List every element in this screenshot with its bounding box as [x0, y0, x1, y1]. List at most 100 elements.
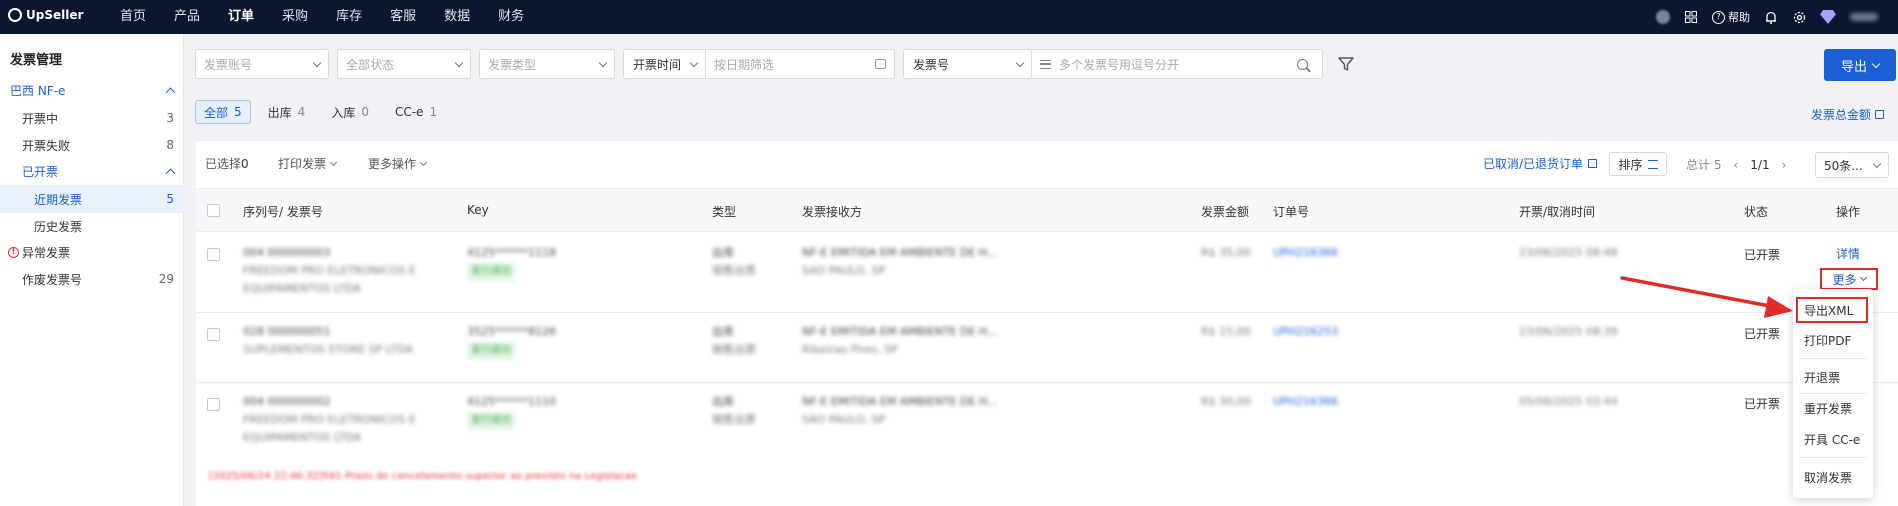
sidebar-item-label: 异常发票 — [22, 245, 71, 260]
apps-grid-icon[interactable] — [1684, 10, 1698, 24]
more-actions-button[interactable]: 更多 — [1820, 268, 1878, 290]
chevron-up-icon — [165, 168, 176, 178]
menu-cancel-invoice[interactable]: 取消发票 — [1793, 465, 1873, 491]
table-row: 028 000000051 SUPLEMENTOS STORE SP LTDA … — [196, 313, 1898, 383]
total-amount-link[interactable]: 发票总金额 — [1811, 106, 1884, 123]
sidebar-item-label: 近期发票 — [34, 192, 83, 207]
sidebar-item-label: 开票中 — [22, 111, 59, 126]
status-select[interactable]: 全部状态 — [337, 49, 471, 79]
menu-divider — [1799, 457, 1867, 458]
date-range-input[interactable]: 按日期筛选 — [714, 56, 875, 73]
sidebar-item-recent[interactable]: 近期发票 5 — [0, 185, 184, 213]
sidebar-item-count: 8 — [166, 138, 174, 152]
menu-reissue-invoice[interactable]: 重开发票 — [1793, 396, 1873, 422]
tab-inbound[interactable]: 入库 0 — [322, 100, 378, 124]
export-xml-highlight — [1796, 297, 1868, 323]
cancelled-orders-link[interactable]: 已取消/已退货订单 — [1483, 155, 1598, 172]
status-tabs: 全部 5 出库 4 入库 0 CC-e 1 — [195, 100, 446, 124]
more-ops-label: 更多操作 — [368, 157, 417, 171]
serial-cell: 028 000000051 SUPLEMENTOS STORE SP LTDA — [243, 325, 413, 356]
filter-icon[interactable] — [1337, 55, 1355, 73]
tab-outbound[interactable]: 出库 4 — [259, 100, 315, 124]
col-status: 状态 — [1744, 205, 1769, 219]
tab-count: 1 — [429, 105, 438, 119]
order-cell[interactable]: UPH216366 — [1273, 244, 1338, 262]
nav-products[interactable]: 产品 — [160, 0, 214, 34]
menu-issue-cce[interactable]: 开具 CC-e — [1793, 427, 1873, 453]
blurred-avatar-icon[interactable] — [1656, 10, 1670, 24]
tab-all[interactable]: 全部 5 — [195, 100, 251, 124]
chevron-down-icon — [1015, 58, 1025, 67]
export-button[interactable]: 导出 — [1824, 49, 1896, 81]
table-row: 004 000000003 FREEDOM PRO ELETRONICOS E … — [196, 233, 1898, 313]
selected-label: 已选择 — [205, 157, 242, 171]
external-link-icon — [1588, 159, 1598, 168]
nav-finance[interactable]: 财务 — [484, 0, 538, 34]
bell-icon[interactable] — [1764, 10, 1778, 24]
nav-data[interactable]: 数据 — [430, 0, 484, 34]
sidebar-item-failed[interactable]: 开票失败 8 — [0, 131, 184, 159]
next-page-icon[interactable]: › — [1782, 158, 1787, 172]
sidebar-group-issued[interactable]: 已开票 — [0, 157, 184, 185]
sidebar-group-nfe[interactable]: 巴西 NF-e — [0, 76, 184, 104]
calendar-icon[interactable] — [875, 59, 886, 69]
nav-home[interactable]: 首页 — [106, 0, 160, 34]
key-cell: 3525******8126 发行成功 — [467, 323, 556, 360]
menu-print-pdf[interactable]: 打印PDF — [1793, 328, 1873, 354]
invoice-account-select[interactable]: 发票账号 — [195, 49, 329, 79]
selected-number: 0 — [241, 157, 249, 171]
sidebar-item-abnormal[interactable]: ! 异常发票 — [0, 238, 184, 266]
nav-customer-service[interactable]: 客服 — [376, 0, 430, 34]
chevron-down-icon — [454, 58, 464, 67]
row-checkbox[interactable] — [207, 328, 220, 341]
sidebar-item-voided[interactable]: 作废发票号 29 — [0, 265, 184, 293]
detail-link[interactable]: 详情 — [1836, 245, 1860, 262]
more-operations-dropdown[interactable]: 更多操作 — [368, 155, 428, 172]
row-checkbox[interactable] — [207, 248, 220, 261]
sort-button[interactable]: 排序 — [1609, 152, 1667, 176]
nav-orders[interactable]: 订单 — [214, 0, 268, 34]
selected-count: 已选择0 — [205, 155, 249, 172]
col-receiver: 发票接收方 — [802, 205, 863, 219]
page-size-select[interactable]: 50条... — [1815, 152, 1889, 178]
nav-purchase[interactable]: 采购 — [268, 0, 322, 34]
sidebar-item-history[interactable]: 历史发票 — [0, 212, 184, 240]
row-checkbox[interactable] — [207, 398, 220, 411]
export-label: 导出 — [1840, 59, 1867, 75]
menu-divider — [1799, 393, 1867, 394]
number-type-select[interactable]: 发票号 — [913, 56, 1017, 73]
invoice-number-search: 发票号 多个发票号用逗号分开 — [903, 49, 1323, 79]
tab-count: 5 — [234, 105, 242, 119]
chevron-down-icon — [598, 58, 608, 67]
more-label: 更多 — [1832, 272, 1857, 287]
time-type-select[interactable]: 开票时间 — [633, 56, 681, 73]
search-icon[interactable] — [1297, 58, 1308, 70]
receiver-cell: NF-E EMITIDA EM AMBIENTE DE H... SAO PAU… — [802, 395, 998, 426]
invoice-type-select[interactable]: 发票类型 — [479, 49, 615, 79]
vip-diamond-icon[interactable] — [1820, 10, 1836, 24]
type-cell: 出库 销售出票 — [712, 325, 756, 356]
help-button[interactable]: ? 帮助 — [1712, 9, 1750, 25]
select-all-checkbox[interactable] — [207, 204, 220, 217]
sidebar-item-invoicing[interactable]: 开票中 3 — [0, 104, 184, 132]
menu-divider — [1799, 358, 1867, 359]
invoice-number-input[interactable]: 多个发票号用逗号分开 — [1059, 56, 1297, 73]
menu-refund-invoice[interactable]: 开退票 — [1793, 365, 1873, 391]
table-toolbar: 已选择0 打印发票 更多操作 已取消/已退货订单 排序 总计 5 ‹ 1/1 ›… — [196, 141, 1898, 188]
print-invoice-dropdown[interactable]: 打印发票 — [278, 155, 338, 172]
brand-logo[interactable]: UpSeller — [8, 8, 83, 22]
tab-label: 入库 — [331, 105, 356, 120]
col-type: 类型 — [712, 205, 737, 219]
pagination: 总计 5 ‹ 1/1 › — [1686, 156, 1786, 173]
tab-cce[interactable]: CC-e 1 — [386, 100, 446, 124]
order-cell[interactable]: UPH216253 — [1273, 323, 1338, 341]
main-nav: 首页 产品 订单 采购 库存 客服 数据 财务 — [106, 0, 538, 34]
prev-page-icon[interactable]: ‹ — [1733, 158, 1738, 172]
nav-inventory[interactable]: 库存 — [322, 0, 376, 34]
cancelled-link-label: 已取消/已退货订单 — [1483, 157, 1584, 171]
amount-cell: R$ 15,00 — [1201, 325, 1251, 338]
gear-icon[interactable] — [1792, 10, 1806, 24]
amount-cell: R$ 30,00 — [1201, 395, 1251, 408]
blurred-username[interactable] — [1850, 13, 1878, 21]
order-cell[interactable]: UPH216366 — [1273, 393, 1338, 411]
